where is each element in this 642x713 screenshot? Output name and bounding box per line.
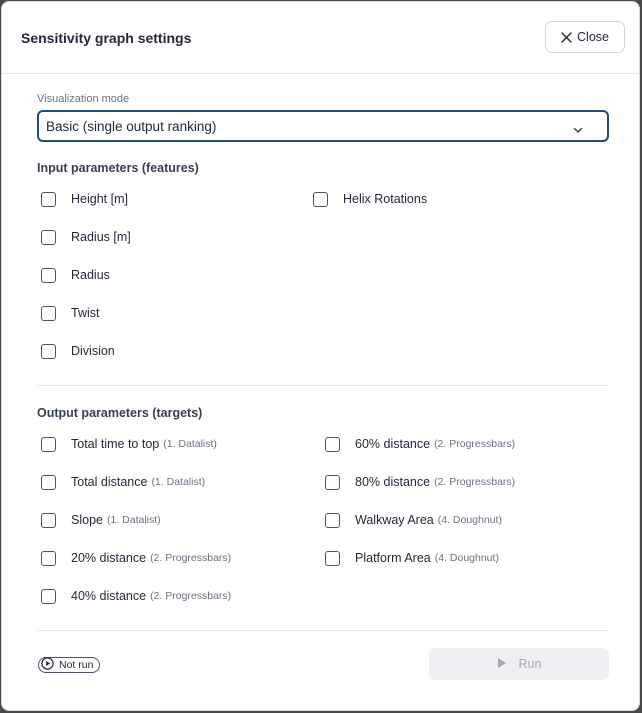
run-button-label: Run bbox=[518, 657, 542, 671]
checkbox-label: 40% distance bbox=[71, 589, 147, 603]
play-icon bbox=[497, 657, 507, 672]
dialog-title: Sensitivity graph settings bbox=[21, 30, 192, 46]
output-checkbox-slope[interactable]: Slope (1. Datalist) bbox=[41, 510, 161, 530]
checkbox-label: Platform Area bbox=[355, 551, 431, 565]
checkbox[interactable] bbox=[41, 474, 56, 490]
output-checkbox-20-distance[interactable]: 20% distance (2. Progressbars) bbox=[41, 548, 231, 568]
input-checkbox-division[interactable]: Division bbox=[41, 341, 115, 361]
checkbox[interactable] bbox=[41, 436, 56, 452]
output-checkbox-total-distance[interactable]: Total distance (1. Datalist) bbox=[41, 472, 205, 492]
output-checkbox-40-distance[interactable]: 40% distance (2. Progressbars) bbox=[41, 586, 231, 606]
input-parameters-title: Input parameters (features) bbox=[37, 161, 199, 175]
play-circle-icon bbox=[41, 657, 54, 673]
checkbox[interactable] bbox=[41, 305, 56, 321]
visualization-mode-select[interactable]: Basic (single output ranking) bbox=[37, 110, 609, 142]
source-tag: (2. Progressbars) bbox=[150, 552, 232, 564]
chevron-down-icon bbox=[573, 122, 583, 137]
checkbox-label: Total time to top bbox=[71, 437, 160, 451]
footer-divider bbox=[37, 630, 609, 631]
source-tag: (2. Progressbars) bbox=[434, 438, 516, 450]
checkbox[interactable] bbox=[41, 191, 56, 207]
dialog-header: Sensitivity graph settings Close bbox=[2, 2, 639, 74]
source-tag: (4. Doughnut) bbox=[437, 514, 502, 526]
status-text: Not run bbox=[59, 659, 94, 671]
output-checkbox-80-distance[interactable]: 80% distance (2. Progressbars) bbox=[325, 472, 515, 492]
input-checkbox-radius[interactable]: Radius bbox=[41, 265, 110, 285]
checkbox-label: 60% distance bbox=[355, 437, 431, 451]
source-tag: (1. Datalist) bbox=[151, 476, 206, 488]
checkbox-label: 20% distance bbox=[71, 551, 147, 565]
source-tag: (1. Datalist) bbox=[106, 514, 161, 526]
checkbox-label: Helix Rotations bbox=[343, 192, 428, 206]
checkbox-label: Radius bbox=[71, 268, 110, 282]
checkbox-label: 80% distance bbox=[355, 475, 431, 489]
checkbox[interactable] bbox=[41, 588, 56, 604]
checkbox[interactable] bbox=[41, 343, 56, 359]
input-checkbox-twist[interactable]: Twist bbox=[41, 303, 99, 323]
input-checkbox-height[interactable]: Height [m] bbox=[41, 189, 128, 209]
sensitivity-settings-dialog: Sensitivity graph settings Close Visuali… bbox=[1, 1, 640, 711]
source-tag: (4. Doughnut) bbox=[434, 552, 499, 564]
checkbox-label: Slope bbox=[71, 513, 103, 527]
output-checkbox-walkway-area[interactable]: Walkway Area (4. Doughnut) bbox=[325, 510, 502, 530]
checkbox-label: Total distance bbox=[71, 475, 148, 489]
checkbox[interactable] bbox=[41, 229, 56, 245]
checkbox[interactable] bbox=[41, 512, 56, 528]
close-icon bbox=[561, 31, 572, 43]
checkbox[interactable] bbox=[325, 550, 340, 566]
visualization-mode-value: Basic (single output ranking) bbox=[46, 118, 217, 134]
section-divider bbox=[37, 385, 609, 386]
output-checkbox-platform-area[interactable]: Platform Area (4. Doughnut) bbox=[325, 548, 499, 568]
source-tag: (2. Progressbars) bbox=[434, 476, 516, 488]
checkbox[interactable] bbox=[325, 474, 340, 490]
checkbox[interactable] bbox=[325, 436, 340, 452]
close-button-label: Close bbox=[577, 30, 609, 44]
checkbox-label: Walkway Area bbox=[355, 513, 434, 527]
checkbox[interactable] bbox=[325, 512, 340, 528]
source-tag: (1. Datalist) bbox=[163, 438, 217, 450]
source-tag: (2. Progressbars) bbox=[150, 590, 232, 602]
run-button[interactable]: Run bbox=[429, 648, 609, 680]
checkbox[interactable] bbox=[41, 550, 56, 566]
checkbox-label: Division bbox=[71, 344, 115, 358]
checkbox-label: Radius [m] bbox=[71, 230, 131, 244]
checkbox-label: Height [m] bbox=[71, 192, 128, 206]
output-checkbox-60-distance[interactable]: 60% distance (2. Progressbars) bbox=[325, 434, 515, 454]
input-checkbox-helix-rotations[interactable]: Helix Rotations bbox=[313, 189, 427, 209]
input-checkbox-radius-m[interactable]: Radius [m] bbox=[41, 227, 131, 247]
visualization-mode-label: Visualization mode bbox=[37, 93, 130, 105]
close-button[interactable]: Close bbox=[545, 21, 625, 53]
output-parameters-title: Output parameters (targets) bbox=[37, 406, 203, 420]
checkbox[interactable] bbox=[41, 267, 56, 283]
checkbox-label: Twist bbox=[71, 306, 100, 320]
checkbox[interactable] bbox=[313, 191, 328, 207]
status-badge: Not run bbox=[38, 657, 101, 673]
output-checkbox-total-time[interactable]: Total time to top (1. Datalist) bbox=[41, 434, 217, 454]
